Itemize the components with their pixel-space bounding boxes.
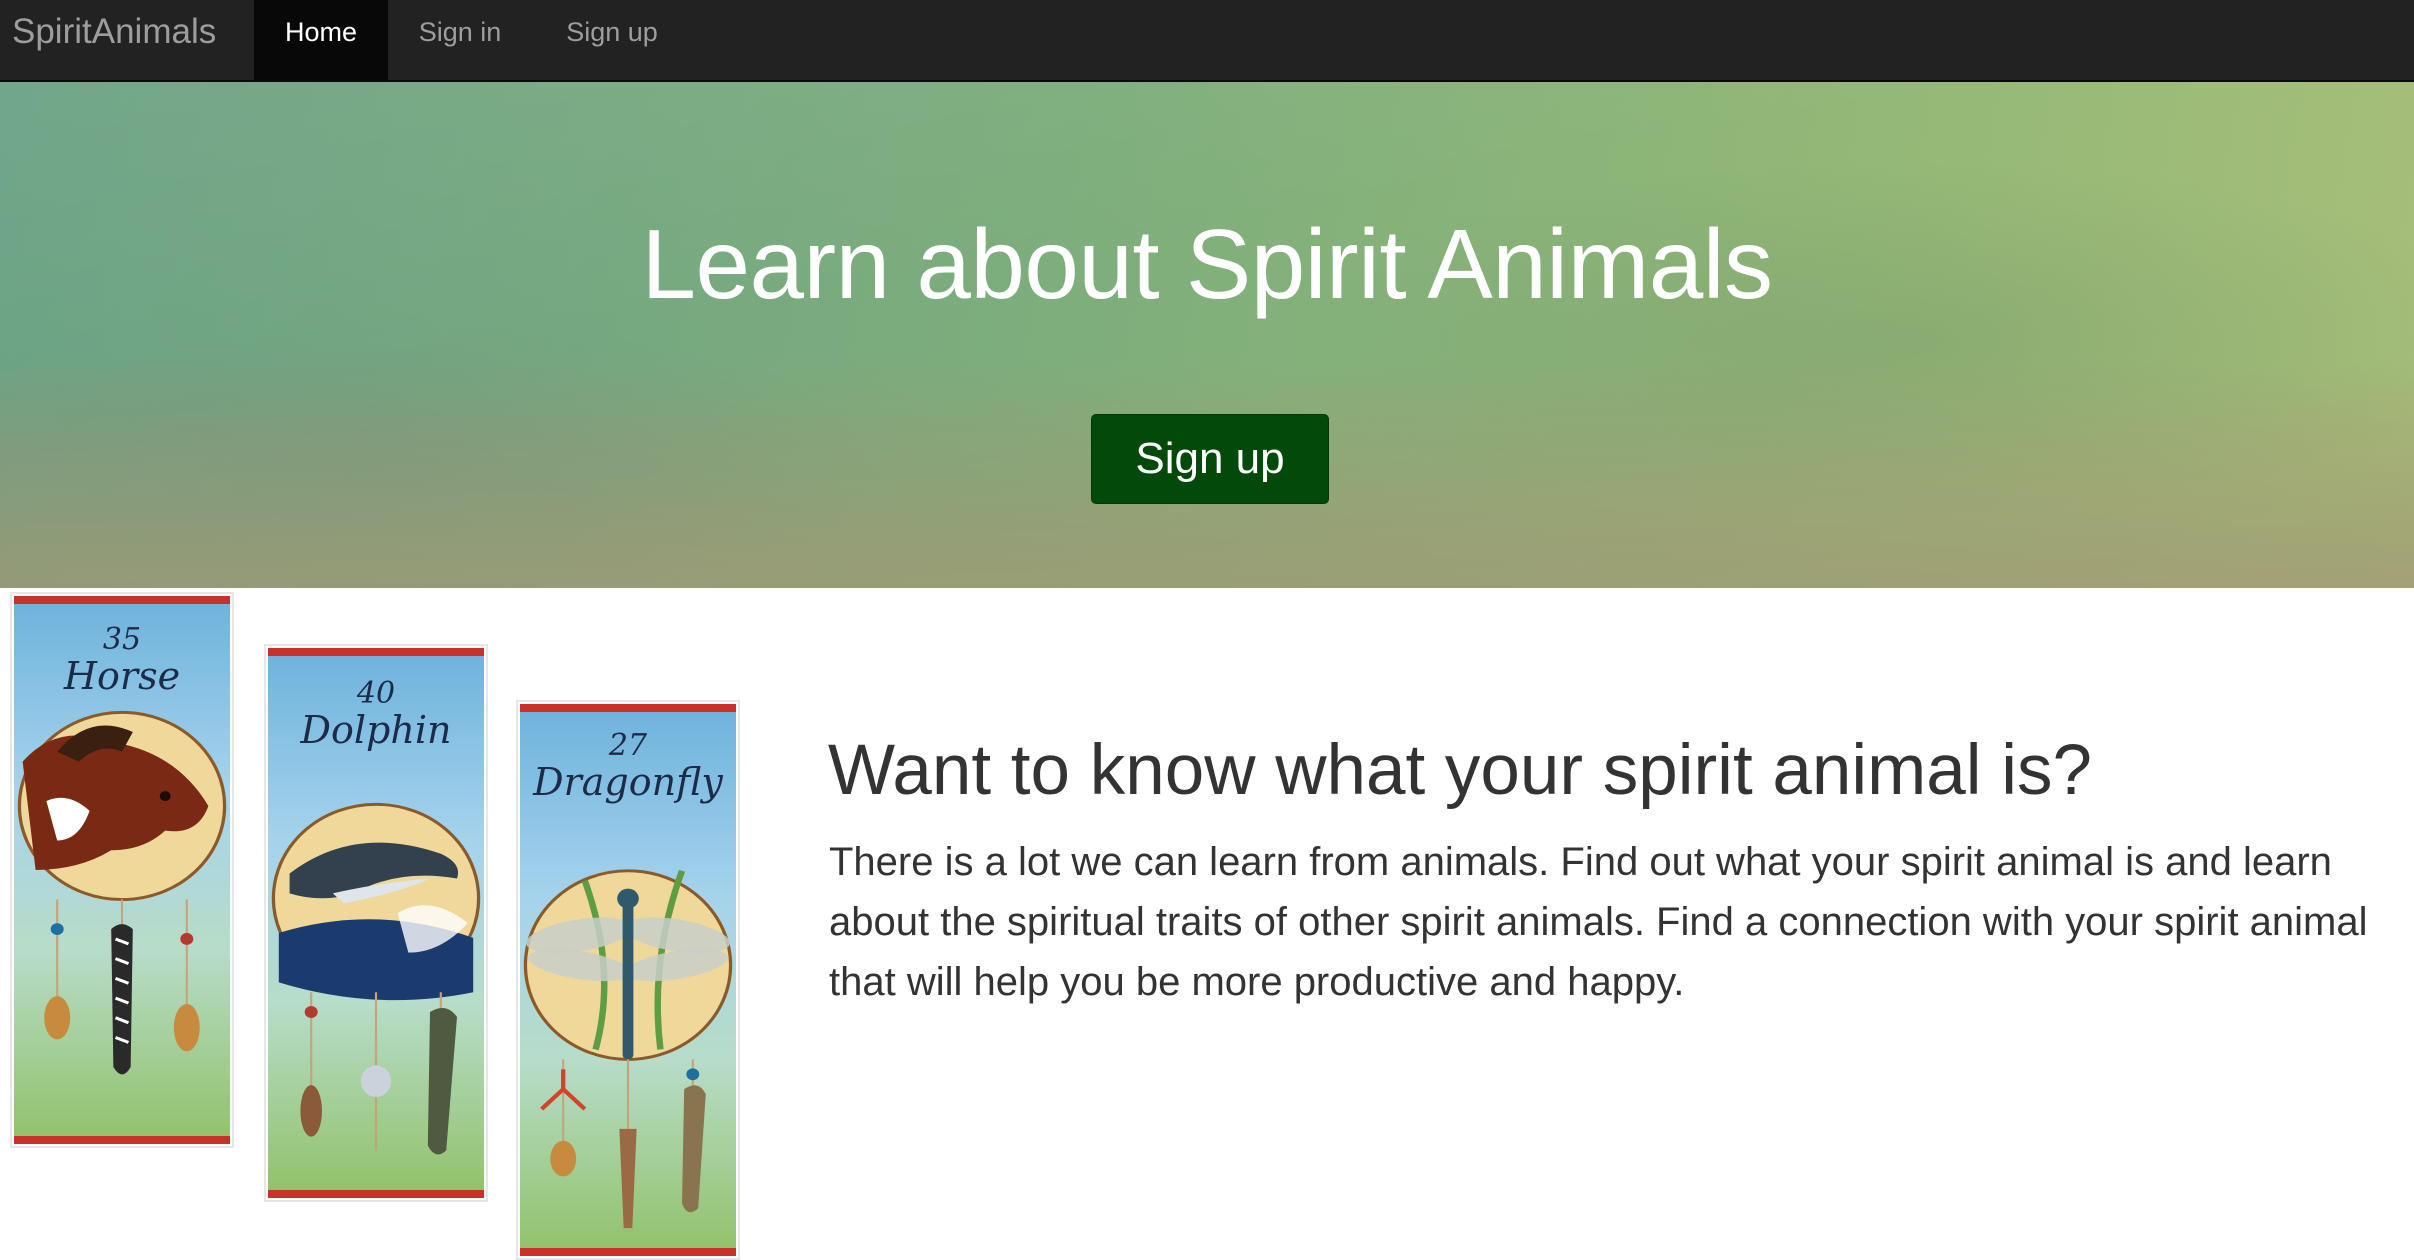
card-dragonfly: 27 Dragonfly: [516, 700, 740, 1260]
card-dragonfly-name: Dragonfly: [533, 760, 723, 804]
card-horse-name: Horse: [63, 654, 181, 698]
card-horse-image: 35 Horse: [14, 596, 230, 1144]
card-dolphin-image: 40 Dolphin: [268, 648, 484, 1198]
top-navbar: SpiritAnimals Home Sign in Sign up: [0, 0, 2414, 82]
hero-sign-up-button[interactable]: Sign up: [1091, 414, 1329, 504]
hero-title: Learn about Spirit Animals: [641, 209, 1774, 319]
card-dragonfly-image: 27 Dragonfly: [520, 704, 736, 1256]
card-horse-number: 35: [102, 622, 142, 657]
hero-background-overlay: [0, 82, 2414, 588]
intro-heading: Want to know what your spirit animal is?: [828, 731, 2093, 810]
hero-banner: Learn about Spirit Animals Sign up: [0, 82, 2414, 588]
card-dolphin-name: Dolphin: [300, 708, 452, 752]
nav-sign-up-link[interactable]: Sign up: [548, 0, 676, 80]
card-dragonfly-caption: 27 Dragonfly: [520, 728, 736, 804]
card-horse-caption: 35 Horse: [14, 622, 230, 698]
intro-paragraph: There is a lot we can learn from animals…: [829, 840, 2368, 1004]
card-horse: 35 Horse: [10, 592, 234, 1148]
brand-logo-link[interactable]: SpiritAnimals: [12, 0, 216, 82]
card-dolphin-caption: 40 Dolphin: [268, 676, 484, 752]
card-dragonfly-number: 27: [608, 728, 648, 763]
nav-sign-in-link[interactable]: Sign in: [398, 0, 522, 80]
card-dolphin-number: 40: [356, 676, 396, 711]
card-dolphin: 40 Dolphin: [264, 644, 488, 1202]
nav-home-link[interactable]: Home: [254, 0, 388, 80]
